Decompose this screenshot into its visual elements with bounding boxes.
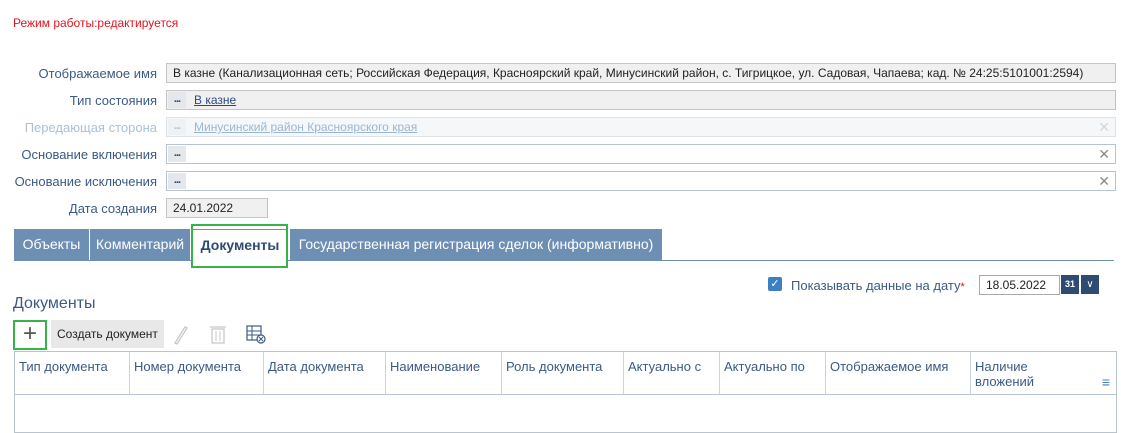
- creation-date-label: Дата создания: [68, 201, 157, 216]
- trash-icon[interactable]: [208, 322, 228, 352]
- tab-documents-highlight: [191, 224, 288, 268]
- inclusion-basis-field[interactable]: ... ✕: [166, 144, 1116, 164]
- show-data-date-value: 18.05.2022: [986, 278, 1047, 292]
- show-data-label: Показывать данные на дату*: [791, 278, 965, 293]
- column-menu-icon[interactable]: ≡: [1102, 374, 1110, 390]
- transferring-party-link: Минусинский район Красноярского края: [194, 120, 418, 134]
- inclusion-basis-label: Основание включения: [21, 147, 157, 162]
- create-document-button[interactable]: Создать документ: [51, 320, 164, 348]
- transferring-party-select-button: ...: [168, 119, 186, 135]
- exclusion-basis-select-button[interactable]: ...: [168, 173, 186, 189]
- creation-date-value: 24.01.2022: [173, 201, 234, 215]
- transferring-party-row: Передающая сторона ... Минусинский район…: [0, 117, 1121, 137]
- exclusion-basis-field[interactable]: ... ✕: [166, 171, 1116, 191]
- creation-date-field: 24.01.2022: [166, 198, 268, 218]
- calendar-icon[interactable]: 31: [1061, 275, 1079, 294]
- add-icon[interactable]: +: [13, 320, 47, 350]
- exclusion-basis-label: Основание исключения: [14, 174, 157, 189]
- tab-bar: Объекты Комментарий Документы Государств…: [14, 229, 1114, 261]
- documents-grid: Тип документа Номер документа Дата докум…: [14, 351, 1117, 433]
- section-title: Документы: [13, 295, 96, 312]
- column-header-name[interactable]: Наименование: [386, 352, 502, 394]
- display-name-value: В казне (Канализационная сеть; Российска…: [173, 66, 1084, 80]
- chevron-down-icon[interactable]: ∨: [1081, 275, 1099, 294]
- mode-indicator: Режим работы:редактируется: [13, 16, 179, 30]
- state-type-label: Тип состояния: [69, 93, 157, 108]
- column-header-doc-role[interactable]: Роль документа: [502, 352, 624, 394]
- show-data-checkbox[interactable]: ✓: [768, 277, 782, 291]
- pencil-icon[interactable]: [171, 322, 191, 352]
- required-mark: *: [960, 281, 965, 293]
- display-name-label: Отображаемое имя: [38, 66, 157, 81]
- column-header-display-name[interactable]: Отображаемое имя: [826, 352, 971, 394]
- display-name-field: В казне (Канализационная сеть; Российска…: [166, 63, 1116, 83]
- tab-state-registration[interactable]: Государственная регистрация сделок (инфо…: [290, 229, 663, 260]
- transferring-party-field: ... Минусинский район Красноярского края…: [166, 117, 1116, 137]
- grid-settings-icon[interactable]: [245, 322, 267, 352]
- state-type-link[interactable]: В казне: [194, 93, 236, 107]
- tab-comment[interactable]: Комментарий: [90, 229, 191, 260]
- inclusion-basis-select-button[interactable]: ...: [168, 146, 186, 162]
- exclusion-basis-row: Основание исключения ... ✕: [0, 171, 1121, 191]
- state-type-select-button[interactable]: ...: [168, 92, 186, 108]
- exclusion-basis-clear-icon[interactable]: ✕: [1098, 173, 1110, 189]
- column-header-doc-number[interactable]: Номер документа: [130, 352, 264, 394]
- column-header-doc-type[interactable]: Тип документа: [15, 352, 130, 394]
- column-header-attachments[interactable]: Наличие вложений: [971, 352, 1071, 394]
- display-name-row: Отображаемое имя В казне (Канализационна…: [0, 63, 1121, 83]
- column-header-actual-from[interactable]: Актуально с: [624, 352, 720, 394]
- state-type-row: Тип состояния ... В казне: [0, 90, 1121, 110]
- transferring-party-label: Передающая сторона: [24, 120, 157, 135]
- tab-objects[interactable]: Объекты: [14, 229, 90, 260]
- show-data-date-input[interactable]: 18.05.2022: [979, 275, 1060, 295]
- transferring-party-clear-icon: ✕: [1098, 119, 1110, 135]
- grid-header: Тип документа Номер документа Дата докум…: [15, 352, 1116, 395]
- column-header-actual-to[interactable]: Актуально по: [720, 352, 826, 394]
- column-header-doc-date[interactable]: Дата документа: [264, 352, 386, 394]
- creation-date-row: Дата создания 24.01.2022: [0, 198, 1121, 218]
- inclusion-basis-clear-icon[interactable]: ✕: [1098, 146, 1110, 162]
- state-type-field: ... В казне: [166, 90, 1116, 110]
- inclusion-basis-row: Основание включения ... ✕: [0, 144, 1121, 164]
